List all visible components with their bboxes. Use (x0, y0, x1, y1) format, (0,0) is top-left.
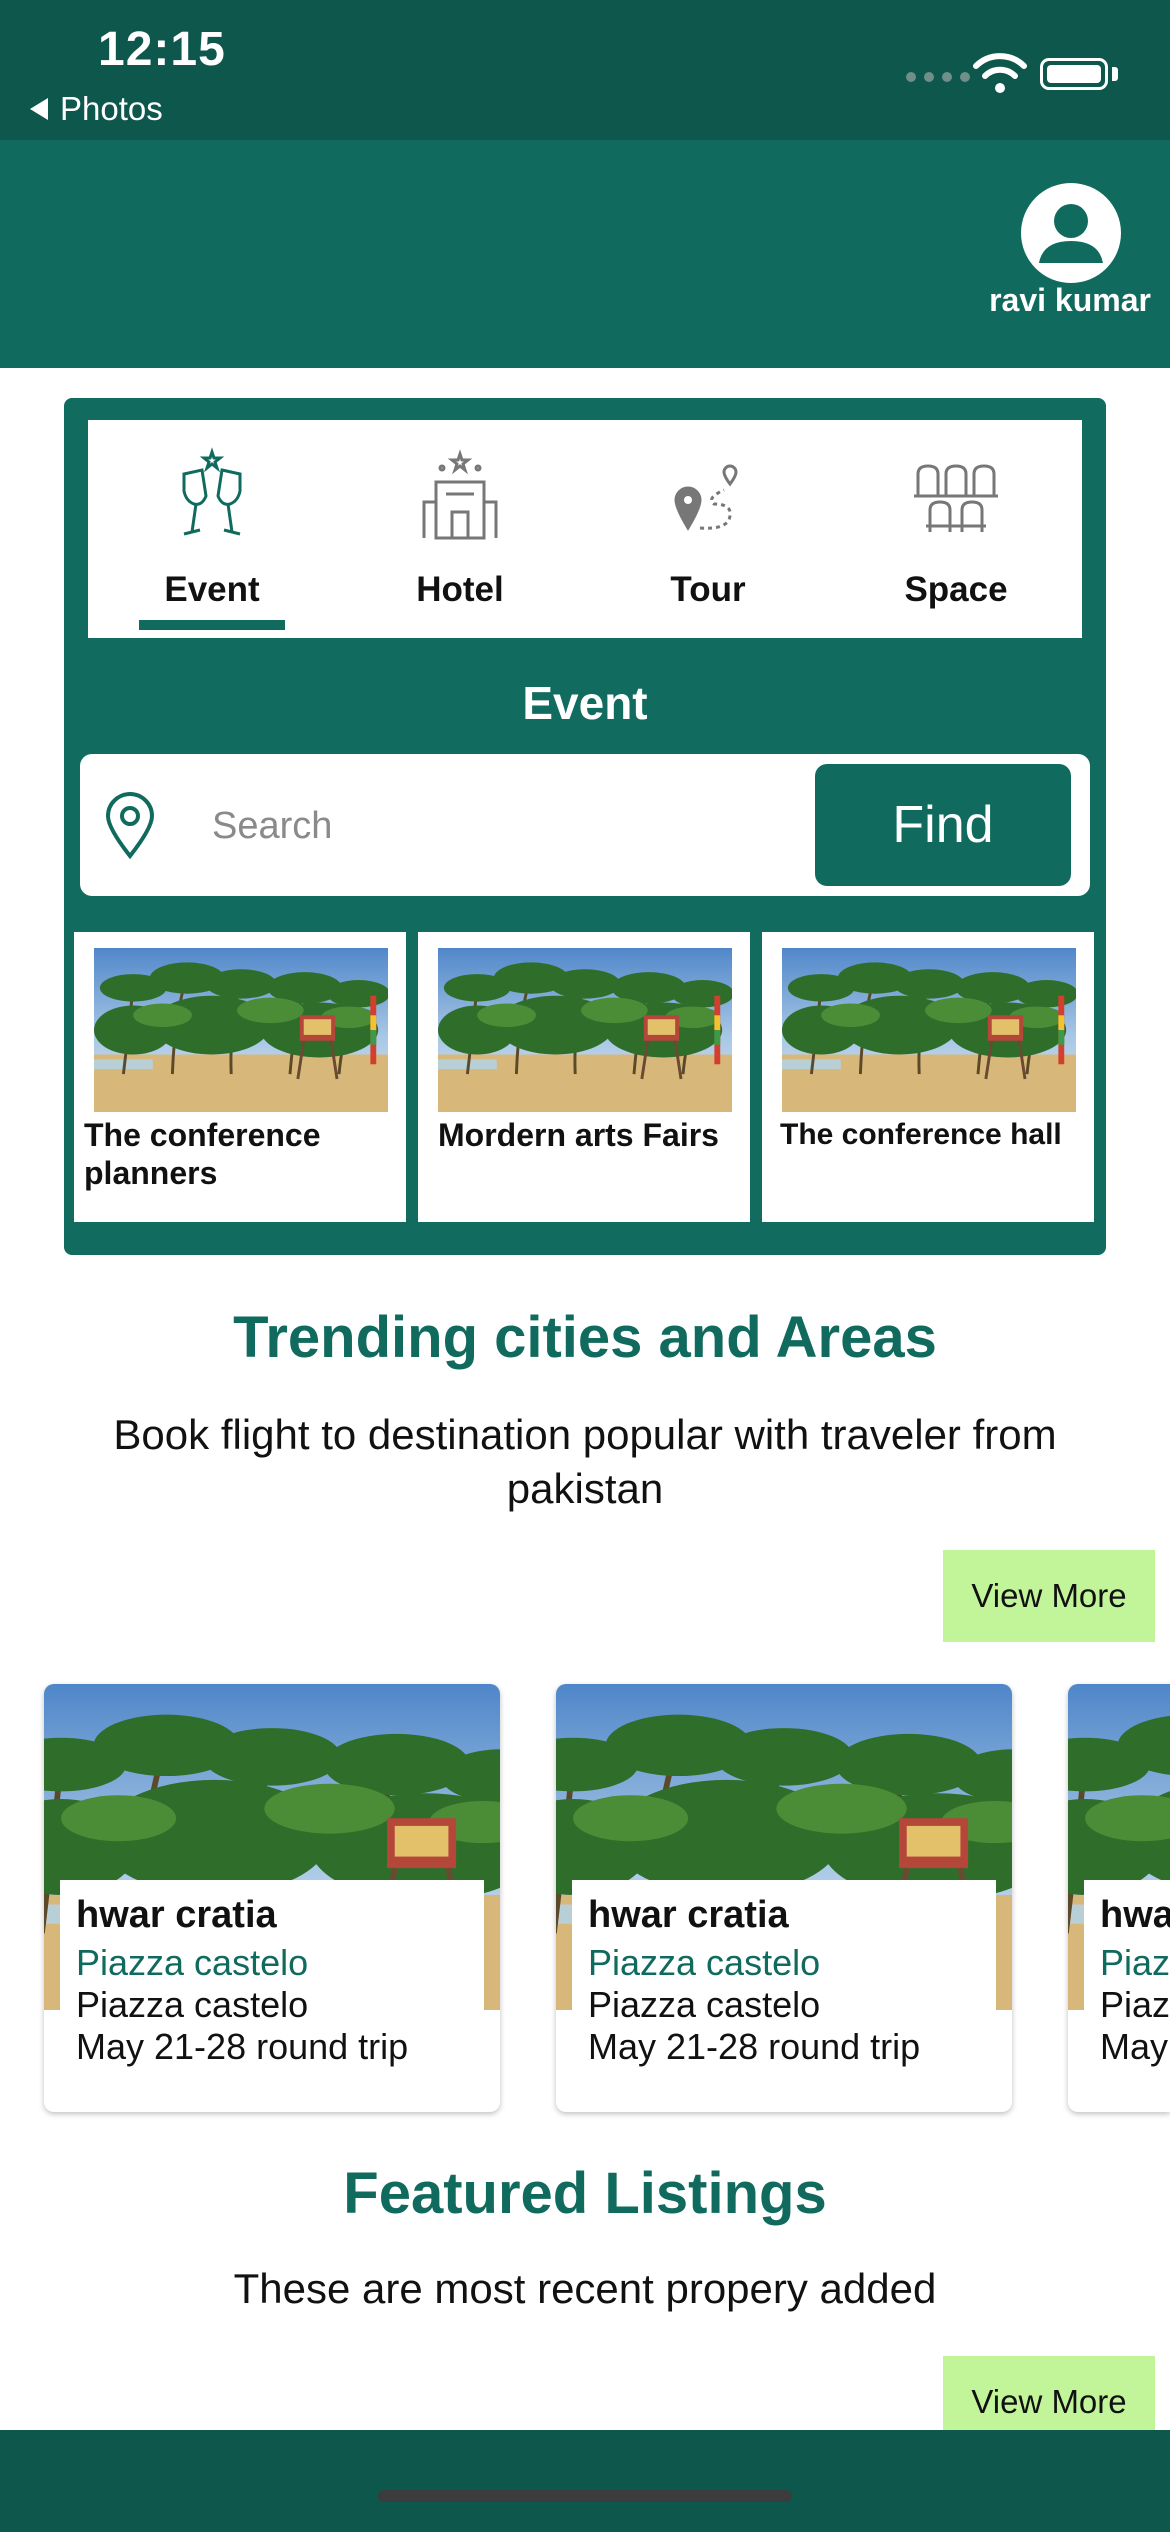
city-place-secondary: Piazza castelo (76, 1984, 309, 2025)
event-tile[interactable]: Mordern arts Fairs (418, 932, 750, 1222)
tab-label: Space (904, 570, 1008, 609)
route-pin-icon (674, 464, 738, 531)
find-button[interactable]: Find (815, 764, 1071, 886)
bottom-bar (0, 2430, 1170, 2532)
home-indicator[interactable] (378, 2490, 792, 2502)
back-triangle-icon (30, 98, 48, 120)
location-pin-icon (105, 792, 155, 860)
city-name: hwar cratia (76, 1894, 277, 1936)
wifi-icon (973, 53, 1027, 93)
city-name: hwar cratia (588, 1894, 789, 1936)
event-caption: The conference hall (780, 1118, 1062, 1151)
city-info: hwar cratia Piazza castelo Piazza castel… (572, 1880, 996, 2112)
city-place: Piazza castelo (76, 1942, 309, 1983)
event-image (782, 948, 1076, 1112)
featured-subtitle: These are most recent propery added (233, 2265, 937, 2312)
status-time: 12:15 (98, 23, 226, 76)
featured-title: Featured Listings (343, 2161, 827, 2226)
city-trip: May 21-28 round trip (1100, 2026, 1170, 2067)
city-place-secondary: Piazza castelo (588, 1984, 821, 2025)
event-tile[interactable]: The conference hall (762, 932, 1094, 1222)
city-place: Piazza castelo (588, 1942, 821, 1983)
search-input[interactable] (210, 790, 794, 862)
city-card[interactable]: hwar cratia Piazza castelo Piazza castel… (44, 1684, 500, 2112)
tab-label: Event (164, 570, 260, 609)
event-caption: Mordern arts Fairs (438, 1117, 719, 1153)
champagne-toast-icon (182, 447, 242, 536)
user-name[interactable]: ravi kumar (980, 282, 1160, 319)
active-tab-indicator (139, 620, 285, 630)
event-image (438, 948, 732, 1112)
battery-tip (1112, 67, 1118, 81)
theater-seats-icon (914, 464, 998, 532)
category-tabs: Event Hotel Tour Space (88, 420, 1082, 638)
city-card[interactable]: hwar cratia Piazza castelo Piazza castel… (1068, 1684, 1170, 2112)
user-avatar-icon[interactable] (1021, 183, 1121, 283)
cellular-signal-icon (906, 72, 970, 82)
tab-event[interactable]: Event (88, 420, 336, 638)
panel-title: Event (522, 677, 648, 729)
tab-label: Tour (670, 570, 746, 609)
back-to-photos-link[interactable]: Photos (30, 90, 163, 128)
event-caption: The conference planners (84, 1117, 321, 1191)
city-trip: May 21-28 round trip (588, 2026, 921, 2067)
tab-space[interactable]: Space (832, 420, 1080, 638)
city-card[interactable]: hwar cratia Piazza castelo Piazza castel… (556, 1684, 1012, 2112)
app-header (0, 140, 1170, 368)
trending-view-more-button[interactable]: View More (943, 1550, 1155, 1642)
battery-icon (1040, 58, 1108, 90)
event-image (94, 948, 388, 1112)
back-label: Photos (60, 90, 163, 127)
city-place-secondary: Piazza castelo (1100, 1984, 1170, 2025)
trending-title: Trending cities and Areas (233, 1305, 937, 1370)
tab-hotel[interactable]: Hotel (336, 420, 584, 638)
city-place: Piazza castelo (1100, 1942, 1170, 1983)
event-tile[interactable]: The conference planners (74, 932, 406, 1222)
tab-label: Hotel (416, 570, 504, 609)
city-name: hwar cratia (1100, 1894, 1170, 1936)
city-trip: May 21-28 round trip (76, 2026, 409, 2067)
tab-tour[interactable]: Tour (584, 420, 832, 638)
city-info: hwar cratia Piazza castelo Piazza castel… (60, 1880, 484, 2112)
hotel-building-icon (422, 449, 498, 540)
trending-subtitle: Book flight to destination popular with … (113, 1411, 1057, 1512)
city-info: hwar cratia Piazza castelo Piazza castel… (1084, 1880, 1170, 2112)
